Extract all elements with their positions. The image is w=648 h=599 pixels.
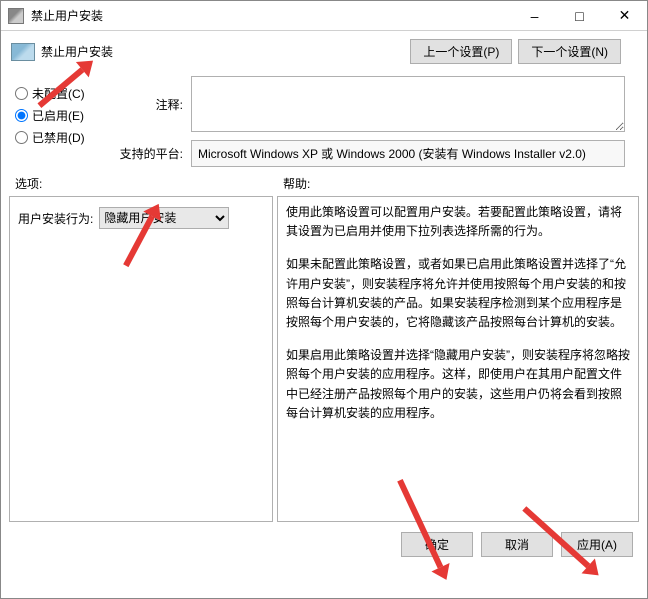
- help-paragraph: 如果未配置此策略设置，或者如果已启用此策略设置并选择了“允许用户安装”，则安装程…: [286, 255, 630, 332]
- options-heading: 选项:: [15, 175, 283, 192]
- apply-button[interactable]: 应用(A): [561, 532, 633, 557]
- state-radio-group: 未配置(C) 已启用(E) 已禁用(D): [15, 72, 115, 167]
- behavior-label: 用户安装行为:: [18, 210, 93, 227]
- app-icon: [8, 8, 24, 24]
- radio-label: 未配置(C): [32, 85, 85, 102]
- header-row: 禁止用户安装 上一个设置(P) 下一个设置(N): [1, 31, 647, 72]
- cancel-button[interactable]: 取消: [481, 532, 553, 557]
- title-bar: 禁止用户安装 – □ ✕: [1, 1, 647, 31]
- radio-not-configured[interactable]: 未配置(C): [15, 85, 115, 102]
- help-heading: 帮助:: [283, 175, 310, 192]
- help-paragraph: 使用此策略设置可以配置用户安装。若要配置此策略设置，请将其设置为已启用并使用下拉…: [286, 203, 630, 241]
- window-title: 禁止用户安装: [31, 7, 512, 24]
- supported-platform-value: Microsoft Windows XP 或 Windows 2000 (安装有…: [191, 140, 625, 167]
- help-paragraph: 如果启用此策略设置并选择“隐藏用户安装”，则安装程序将忽略按照每个用户安装的应用…: [286, 346, 630, 423]
- settings-icon: [11, 43, 35, 61]
- config-top: 未配置(C) 已启用(E) 已禁用(D) 注释: 支持的平台: Microsof…: [1, 72, 647, 175]
- minimize-button[interactable]: –: [512, 1, 557, 31]
- radio-disabled[interactable]: 已禁用(D): [15, 129, 115, 146]
- mid-body: 用户安装行为: 隐藏用户安装 使用此策略设置可以配置用户安装。若要配置此策略设置…: [1, 196, 647, 522]
- help-pane: 使用此策略设置可以配置用户安装。若要配置此策略设置，请将其设置为已启用并使用下拉…: [277, 196, 639, 522]
- header-label: 禁止用户安装: [41, 43, 113, 60]
- close-button[interactable]: ✕: [602, 1, 647, 31]
- user-install-behavior-select[interactable]: 隐藏用户安装: [99, 207, 229, 229]
- ok-button[interactable]: 确定: [401, 532, 473, 557]
- section-labels: 选项: 帮助:: [1, 175, 647, 196]
- radio-enabled[interactable]: 已启用(E): [15, 107, 115, 124]
- comment-textarea[interactable]: [191, 76, 625, 132]
- radio-label: 已启用(E): [32, 107, 84, 124]
- platform-label: 支持的平台:: [115, 145, 191, 162]
- prev-setting-button[interactable]: 上一个设置(P): [410, 39, 512, 64]
- comment-label: 注释:: [115, 96, 191, 113]
- footer: 确定 取消 应用(A): [1, 522, 647, 557]
- maximize-button[interactable]: □: [557, 1, 602, 31]
- radio-label: 已禁用(D): [32, 129, 85, 146]
- next-setting-button[interactable]: 下一个设置(N): [518, 39, 621, 64]
- options-pane: 用户安装行为: 隐藏用户安装: [9, 196, 273, 522]
